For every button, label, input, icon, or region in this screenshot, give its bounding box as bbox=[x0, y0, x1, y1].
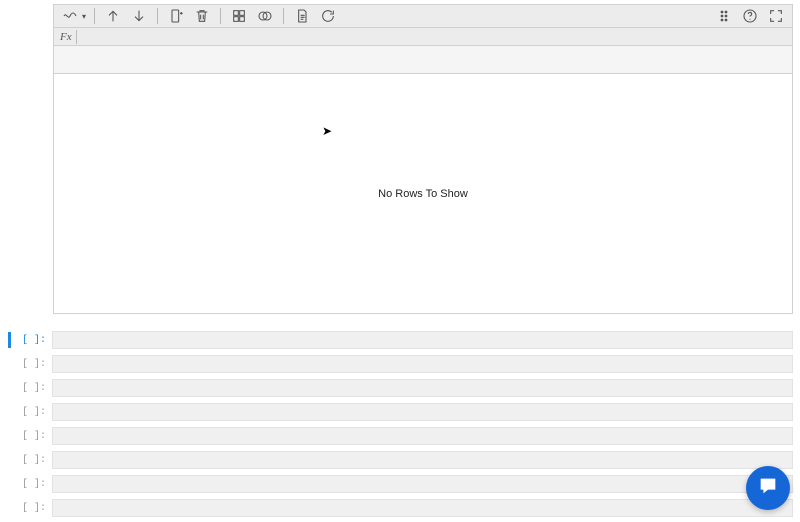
cell-active-marker bbox=[8, 476, 11, 492]
arrow-up-icon[interactable] bbox=[103, 6, 123, 26]
cursor-icon: ➤ bbox=[322, 124, 332, 138]
cell-prompt: [ ]: bbox=[12, 359, 52, 370]
cell-active-marker bbox=[8, 404, 11, 420]
cell-active-marker bbox=[8, 452, 11, 468]
chat-icon bbox=[757, 475, 779, 502]
cell-active-marker bbox=[8, 500, 11, 516]
cell-row[interactable]: [ ]: bbox=[8, 402, 798, 422]
separator bbox=[94, 8, 95, 24]
cell-active-marker bbox=[8, 356, 11, 372]
cell-active-marker bbox=[8, 380, 11, 396]
cell-row[interactable]: [ ]: bbox=[8, 330, 798, 350]
cell-row[interactable]: [ ]: bbox=[8, 354, 798, 374]
cell-row[interactable]: [ ]: bbox=[8, 378, 798, 398]
cell-input[interactable] bbox=[52, 403, 793, 421]
cell-input[interactable] bbox=[52, 331, 793, 349]
grid-body[interactable]: No Rows To Show ➤ bbox=[53, 74, 793, 314]
cell-input[interactable] bbox=[52, 427, 793, 445]
expand-icon[interactable] bbox=[766, 6, 786, 26]
wave-icon[interactable] bbox=[60, 6, 80, 26]
cells-area: [ ]: [ ]: [ ]: [ ]: [ ]: [ ]: [ ]: [ ]: bbox=[8, 330, 798, 522]
trash-icon[interactable] bbox=[192, 6, 212, 26]
cell-input[interactable] bbox=[52, 355, 793, 373]
formula-bar: Fx bbox=[53, 28, 793, 46]
fx-input[interactable] bbox=[76, 30, 786, 44]
arrow-down-icon[interactable] bbox=[129, 6, 149, 26]
cell-active-marker bbox=[8, 428, 11, 444]
cell-prompt: [ ]: bbox=[12, 455, 52, 466]
add-column-icon[interactable] bbox=[166, 6, 186, 26]
separator bbox=[220, 8, 221, 24]
refresh-icon[interactable] bbox=[318, 6, 338, 26]
drag-handle-icon[interactable] bbox=[714, 6, 734, 26]
dropdown-caret-icon[interactable]: ▾ bbox=[82, 12, 86, 21]
cell-row[interactable]: [ ]: bbox=[8, 450, 798, 470]
cell-prompt: [ ]: bbox=[12, 383, 52, 394]
grid-header-row bbox=[53, 46, 793, 74]
cell-prompt: [ ]: bbox=[12, 431, 52, 442]
toolbar: ▾ bbox=[53, 4, 793, 28]
cell-row[interactable]: [ ]: bbox=[8, 498, 798, 518]
cell-row[interactable]: [ ]: bbox=[8, 426, 798, 446]
app-panel: ▾ bbox=[53, 4, 793, 314]
cell-input[interactable] bbox=[52, 475, 793, 493]
venn-icon[interactable] bbox=[255, 6, 275, 26]
cell-row[interactable]: [ ]: bbox=[8, 474, 798, 494]
help-icon[interactable] bbox=[740, 6, 760, 26]
separator bbox=[283, 8, 284, 24]
cell-input[interactable] bbox=[52, 379, 793, 397]
cell-input[interactable] bbox=[52, 499, 793, 517]
separator bbox=[157, 8, 158, 24]
grid-icon[interactable] bbox=[229, 6, 249, 26]
page-icon[interactable] bbox=[292, 6, 312, 26]
chat-button[interactable] bbox=[746, 466, 790, 510]
cell-input[interactable] bbox=[52, 451, 793, 469]
cell-prompt: [ ]: bbox=[12, 479, 52, 490]
empty-grid-message: No Rows To Show bbox=[378, 188, 468, 200]
cell-active-marker bbox=[8, 332, 11, 348]
fx-label: Fx bbox=[60, 31, 72, 43]
cell-prompt: [ ]: bbox=[12, 407, 52, 418]
cell-prompt: [ ]: bbox=[12, 503, 52, 514]
cell-prompt: [ ]: bbox=[12, 335, 52, 346]
